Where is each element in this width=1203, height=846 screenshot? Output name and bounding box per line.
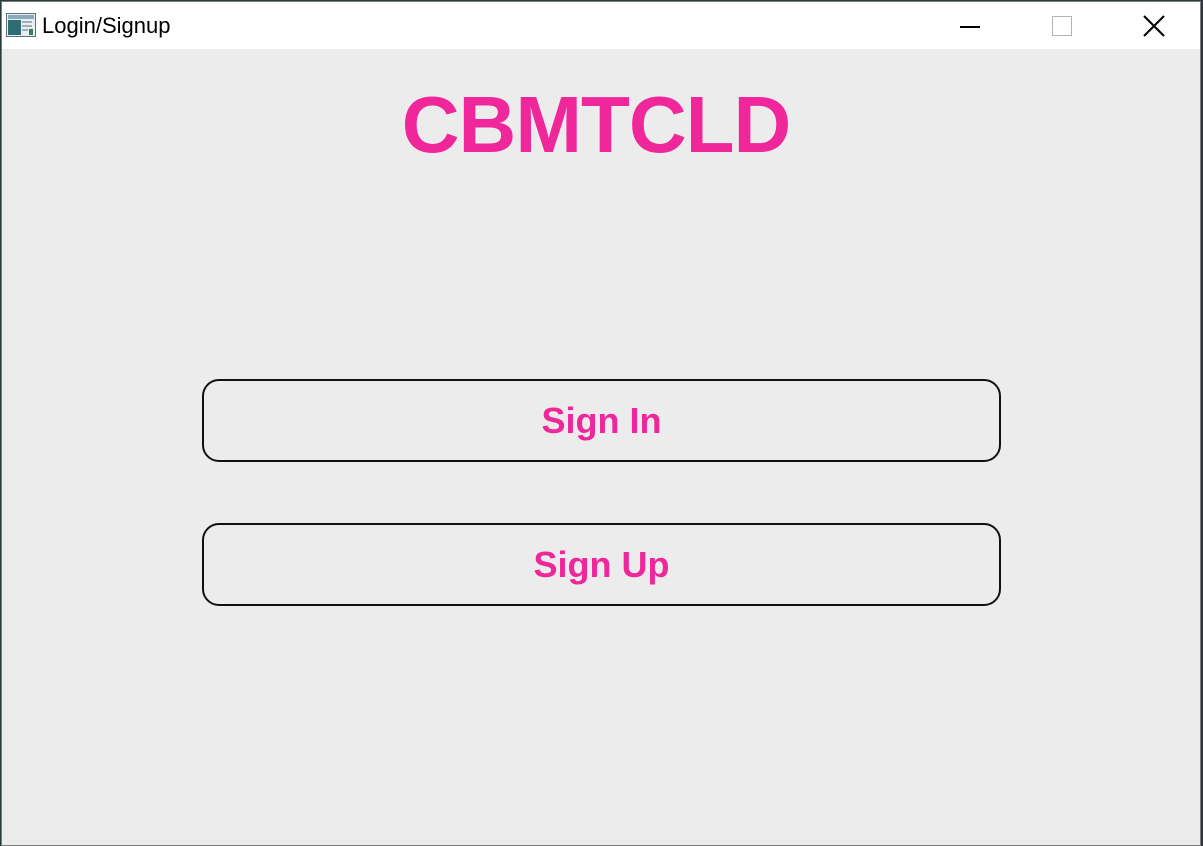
close-icon <box>1143 14 1165 37</box>
app-title: CBMTCLD <box>401 80 791 169</box>
minimize-button[interactable] <box>947 2 993 49</box>
maximize-button[interactable] <box>1039 2 1085 49</box>
window-title: Login/Signup <box>42 13 171 38</box>
title-bar[interactable]: Login/Signup <box>2 2 1200 49</box>
sign-up-button[interactable]: Sign Up <box>202 523 1001 606</box>
app-window-icon <box>6 13 36 37</box>
maximize-icon <box>1052 15 1072 36</box>
minimize-icon <box>960 25 980 28</box>
sign-in-button[interactable]: Sign In <box>202 379 1001 462</box>
login-signup-window: Login/Signup CBMTCLD Sign In Sign Up <box>1 1 1201 846</box>
window-content: CBMTCLD Sign In Sign Up <box>2 49 1200 845</box>
close-button[interactable] <box>1131 2 1177 49</box>
